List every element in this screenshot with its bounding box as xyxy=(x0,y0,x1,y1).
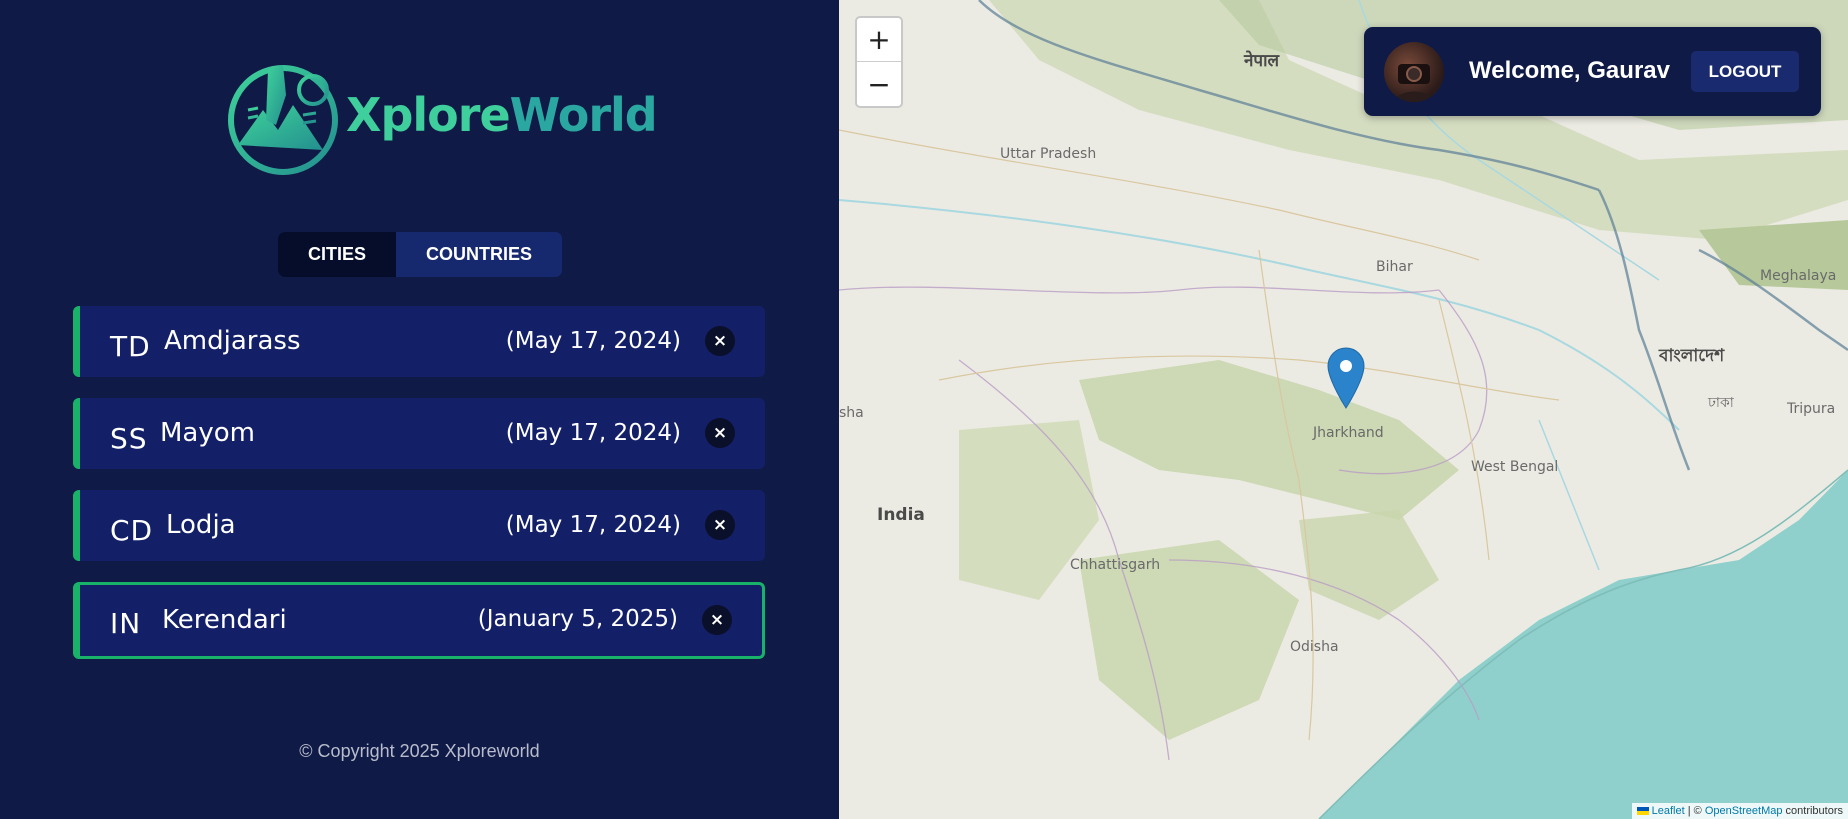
visit-date: (May 17, 2024) xyxy=(505,420,681,446)
city-list: TD Amdjarass (May 17, 2024) × SS Mayom (… xyxy=(73,306,765,680)
sidebar: XploreWorld CITIES COUNTRIES TD Amdjaras… xyxy=(0,0,839,819)
city-item[interactable]: TD Amdjarass (May 17, 2024) × xyxy=(73,306,765,377)
map-label-bihar: Bihar xyxy=(1376,259,1413,275)
zoom-out-button[interactable]: − xyxy=(857,62,901,106)
user-panel: Welcome, Gaurav LOGOUT xyxy=(1364,27,1821,116)
delete-city-button[interactable]: × xyxy=(702,605,732,635)
map-label-tripura: Tripura xyxy=(1787,401,1836,417)
map-label-jharkhand: Jharkhand xyxy=(1313,425,1384,441)
globe-explorer-icon xyxy=(228,65,338,175)
city-name: Amdjarass xyxy=(164,326,301,356)
map-label-partial: sha xyxy=(839,405,864,421)
city-item[interactable]: CD Lodja (May 17, 2024) × xyxy=(73,490,765,561)
view-tabs: CITIES COUNTRIES xyxy=(278,232,563,277)
city-name: Mayom xyxy=(160,418,255,448)
city-name: Kerendari xyxy=(162,605,287,635)
tab-cities[interactable]: CITIES xyxy=(278,232,397,277)
map-label-west-bengal: West Bengal xyxy=(1471,459,1559,475)
map-label-nepal: नेपाल xyxy=(1244,51,1280,71)
map-label-bangladesh: বাংলাদেশ xyxy=(1659,346,1725,366)
brand-logo[interactable]: XploreWorld xyxy=(228,50,658,180)
city-item-selected[interactable]: IN Kerendari (January 5, 2025) × xyxy=(73,582,765,659)
zoom-in-button[interactable]: + xyxy=(857,18,901,62)
map-label-odisha: Odisha xyxy=(1290,639,1339,655)
logout-button[interactable]: LOGOUT xyxy=(1691,51,1799,92)
attribution-contributors: contributors xyxy=(1782,805,1843,817)
map-label-chhattisgarh: Chhattisgarh xyxy=(1070,557,1161,573)
country-code: IN xyxy=(110,607,142,640)
country-code: CD xyxy=(110,514,154,547)
country-code: TD xyxy=(110,330,151,363)
user-photo-icon xyxy=(1394,64,1434,102)
delete-city-button[interactable]: × xyxy=(705,326,735,356)
avatar xyxy=(1384,42,1444,102)
osm-link[interactable]: OpenStreetMap xyxy=(1705,805,1783,817)
zoom-control: + − xyxy=(855,16,903,108)
city-name: Lodja xyxy=(166,510,236,540)
visit-date: (May 17, 2024) xyxy=(505,512,681,538)
map-label-meghalaya: Meghalaya xyxy=(1760,268,1837,284)
map-label-dhaka: ঢাকা xyxy=(1708,395,1734,411)
ukraine-flag-icon xyxy=(1636,807,1649,816)
map-attribution: Leaflet | © OpenStreetMap contributors xyxy=(1631,803,1848,819)
tab-countries[interactable]: COUNTRIES xyxy=(396,232,563,277)
visit-date: (May 17, 2024) xyxy=(505,328,681,354)
delete-city-button[interactable]: × xyxy=(705,418,735,448)
leaflet-link[interactable]: Leaflet xyxy=(1652,805,1685,817)
map-tiles[interactable] xyxy=(839,0,1848,819)
attribution-separator: | © xyxy=(1684,805,1705,817)
delete-city-button[interactable]: × xyxy=(705,510,735,540)
city-item[interactable]: SS Mayom (May 17, 2024) × xyxy=(73,398,765,469)
copyright-text: © Copyright 2025 Xploreworld xyxy=(299,741,540,761)
map-label-uttar-pradesh: Uttar Pradesh xyxy=(1000,146,1097,162)
map-label-india: India xyxy=(877,505,925,525)
map-view[interactable]: नेपाल Uttar Pradesh Bihar Jharkhand West… xyxy=(839,0,1848,819)
country-code: SS xyxy=(110,422,148,455)
visit-date: (January 5, 2025) xyxy=(477,606,678,632)
brand-name: XploreWorld xyxy=(346,88,658,142)
welcome-text: Welcome, Gaurav xyxy=(1469,57,1670,84)
